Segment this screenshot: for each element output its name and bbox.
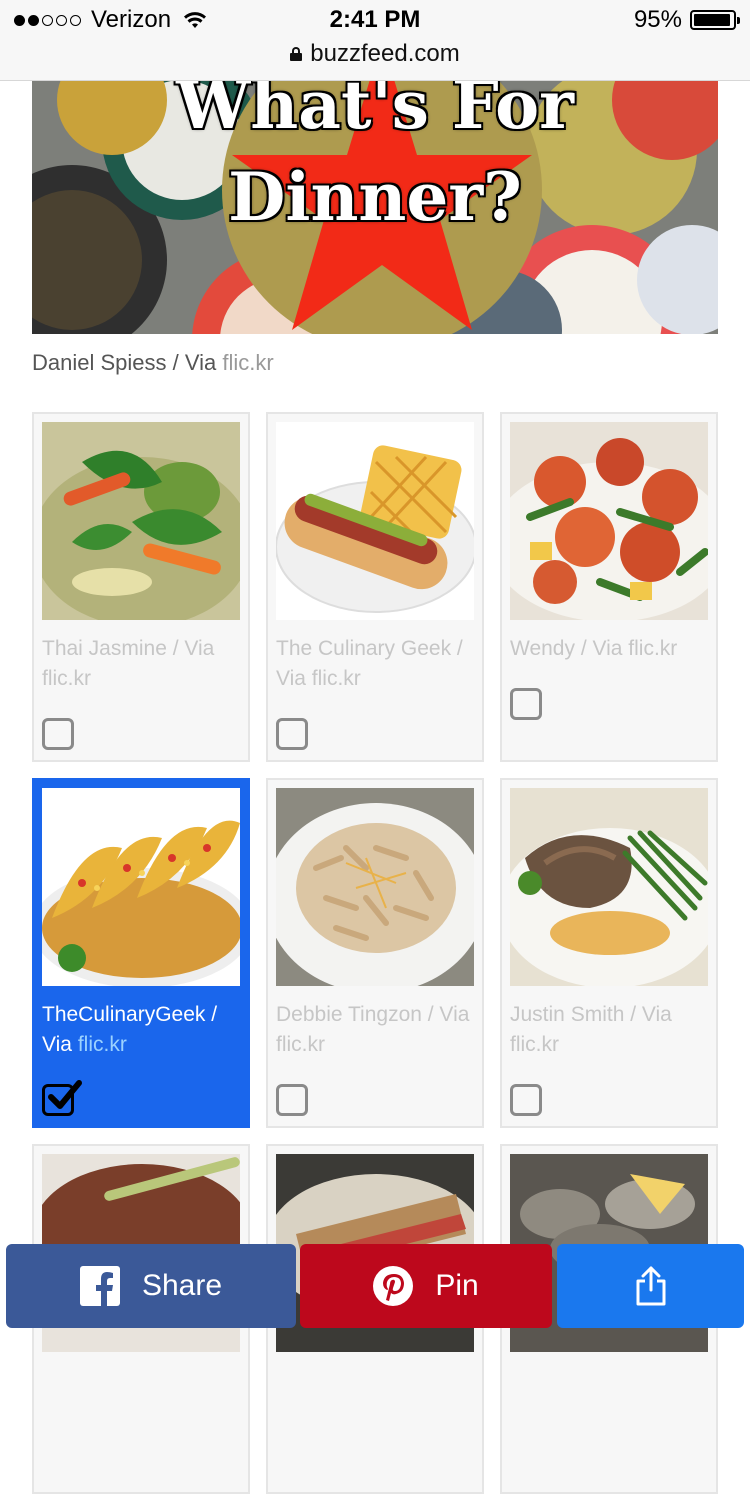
sweet-sour-chicken-photo (510, 422, 708, 620)
option-card-hot-dog[interactable]: The Culinary Geek / Via flic.kr (266, 412, 484, 762)
pork-chop-green-beans-photo (510, 788, 708, 986)
url-text[interactable]: buzzfeed.com (310, 40, 459, 68)
pinterest-icon (373, 1266, 414, 1306)
facebook-share-label: Share (141, 1269, 223, 1302)
checkbox[interactable] (510, 688, 542, 720)
green-curry-photo (42, 422, 240, 620)
pinterest-pin-button[interactable]: Pin (300, 1244, 552, 1328)
address-bar[interactable]: buzzfeed.com (0, 40, 750, 68)
card-caption: The Culinary Geek / Via flic.kr (276, 637, 463, 690)
card-caption: Wendy / Via flic.kr (510, 637, 678, 660)
caption-text: TheCulinaryGeek / Via (42, 1003, 218, 1056)
checkbox[interactable] (42, 718, 74, 750)
battery-icon (690, 10, 740, 30)
hot-dog-waffle-fries-photo (276, 422, 474, 620)
facebook-icon (79, 1266, 120, 1306)
battery-status: 95% (633, 6, 740, 34)
card-caption: Debbie Tingzon / Via flic.kr (276, 1003, 470, 1056)
share-button[interactable] (557, 1244, 744, 1328)
credit-text: Daniel Spiess / Via (32, 350, 223, 375)
lock-icon (290, 47, 303, 61)
option-card-tacos[interactable]: TheCulinaryGeek / Via flic.kr (32, 778, 250, 1128)
caption-link[interactable]: flic.kr (78, 1033, 127, 1056)
share-upload-icon (636, 1266, 665, 1306)
card-caption: Thai Jasmine / Via flic.kr (42, 637, 215, 690)
checkbox-checked[interactable] (42, 1080, 82, 1116)
status-bar: Verizon 2:41 PM 95% buzzfeed.com (0, 0, 750, 81)
hero-credit: Daniel Spiess / Via flic.kr (32, 350, 274, 376)
option-card-thai-curry[interactable]: Thai Jasmine / Via flic.kr (32, 412, 250, 762)
checkbox[interactable] (276, 718, 308, 750)
option-card-sweet-sour-chicken[interactable]: Wendy / Via flic.kr (500, 412, 718, 762)
card-caption: Justin Smith / Via flic.kr (510, 1003, 672, 1056)
option-card-penne[interactable]: Debbie Tingzon / Via flic.kr (266, 778, 484, 1128)
penne-pasta-photo (276, 788, 474, 986)
hero-title-line1: What's For (176, 80, 574, 144)
pinterest-pin-label: Pin (435, 1269, 479, 1302)
share-bar: Share Pin (0, 1242, 750, 1334)
option-card-pork-chop[interactable]: Justin Smith / Via flic.kr (500, 778, 718, 1128)
card-caption: TheCulinaryGeek / Via flic.kr (42, 1000, 242, 1060)
facebook-share-button[interactable]: Share (6, 1244, 296, 1328)
credit-link[interactable]: flic.kr (222, 350, 273, 375)
battery-percent: 95% (633, 6, 682, 33)
checkbox[interactable] (510, 1084, 542, 1116)
checkmark-icon (48, 1080, 82, 1109)
hero-image: What's For Dinner? (32, 80, 718, 334)
checkbox[interactable] (276, 1084, 308, 1116)
hero-title-line2: Dinner? (228, 158, 522, 236)
tacos-rice-photo (42, 788, 240, 986)
